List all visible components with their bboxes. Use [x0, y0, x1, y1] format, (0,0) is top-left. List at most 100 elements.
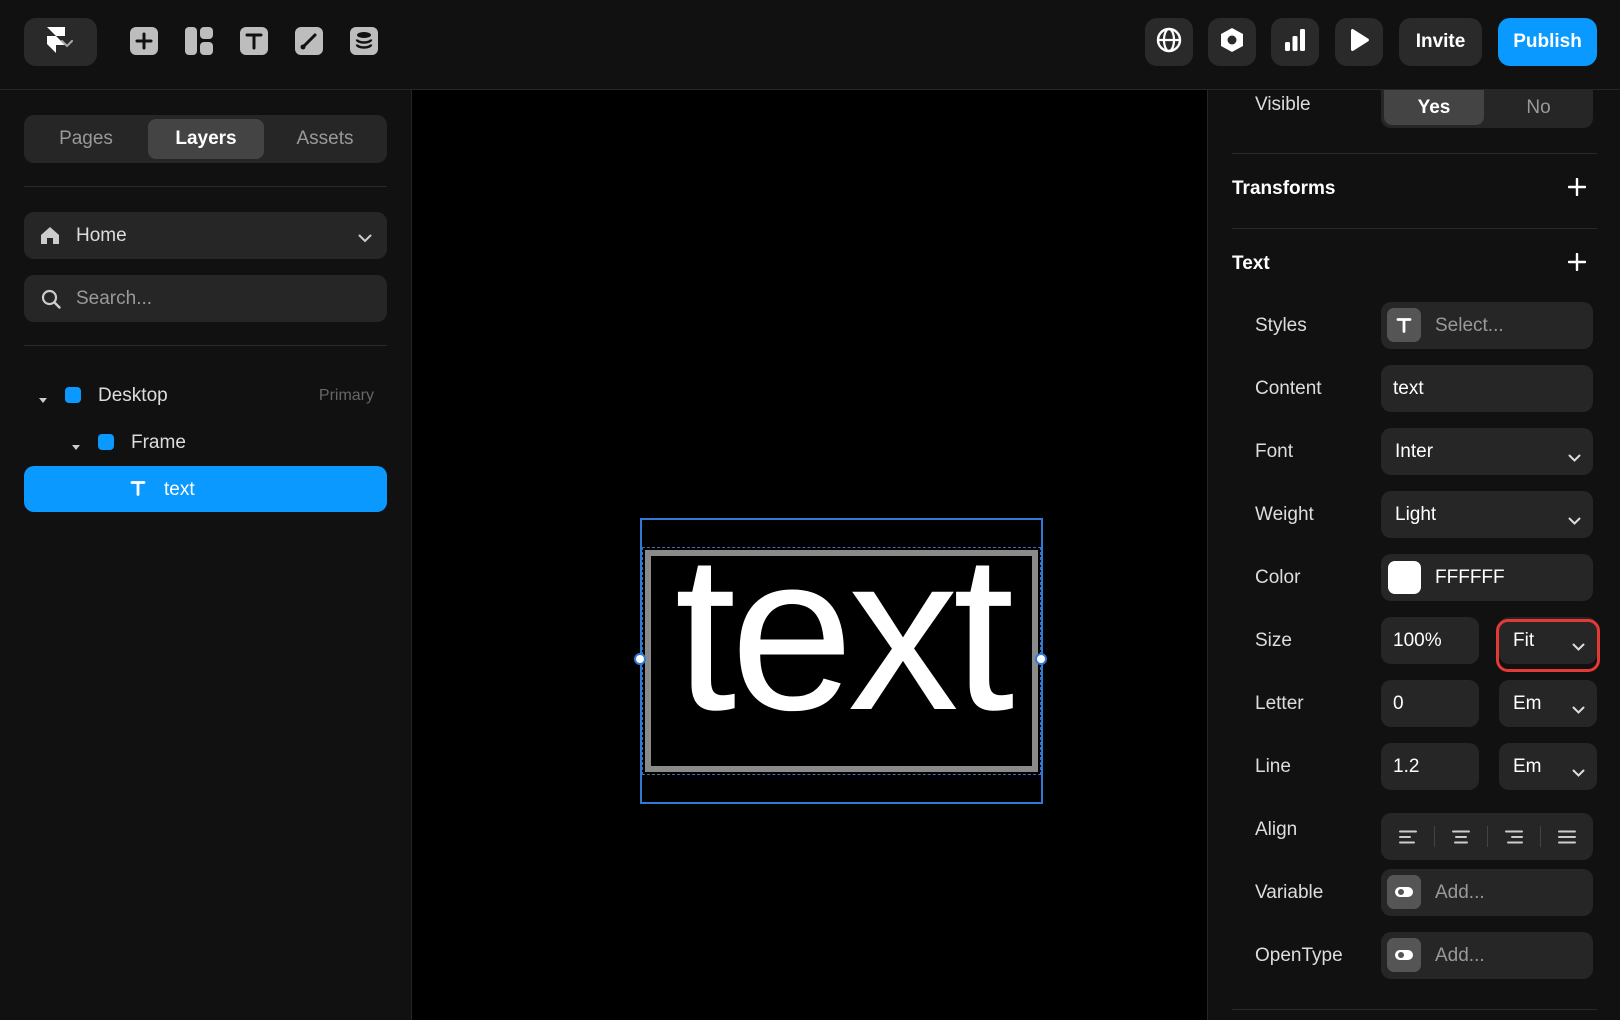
pen-icon: [294, 26, 324, 56]
align-justify-icon: [1557, 830, 1576, 843]
layer-name: Frame: [131, 432, 186, 453]
layer-name: text: [164, 479, 195, 500]
align-right-icon: [1504, 830, 1523, 843]
styles-label: Styles: [1255, 315, 1307, 336]
size-mode-value: Fit: [1513, 630, 1535, 651]
size-input[interactable]: [1393, 617, 1471, 664]
font-select[interactable]: Inter: [1381, 428, 1593, 475]
letter-label: Letter: [1255, 693, 1304, 714]
plus-icon: [129, 26, 159, 56]
letter-unit-value: Em: [1513, 693, 1542, 714]
color-value: FFFFFF: [1435, 567, 1505, 588]
font-label: Font: [1255, 441, 1294, 462]
caret-down-icon[interactable]: [71, 438, 81, 456]
line-height-input[interactable]: [1393, 743, 1471, 790]
divider: [24, 186, 387, 187]
align-left-icon: [1398, 830, 1417, 843]
analytics-button[interactable]: [1271, 18, 1319, 66]
pen-tool-button[interactable]: [292, 24, 326, 58]
chevron-down-icon: [1572, 698, 1585, 720]
styles-select[interactable]: Select...: [1381, 302, 1593, 349]
page-select[interactable]: Home: [24, 212, 387, 259]
visible-label: Visible: [1255, 94, 1311, 115]
line-label: Line: [1255, 756, 1291, 777]
align-justify-button[interactable]: [1540, 813, 1593, 860]
properties-panel: Visible Yes No Transforms Text Styles Se…: [1207, 90, 1620, 1020]
content-input[interactable]: [1393, 365, 1585, 412]
invite-button[interactable]: Invite: [1399, 18, 1482, 66]
weight-value: Light: [1395, 504, 1437, 525]
variable-field[interactable]: Add...: [1381, 869, 1593, 916]
project-settings-button[interactable]: [1208, 18, 1256, 66]
chevron-down-icon: [1572, 635, 1585, 657]
tab-pages[interactable]: Pages: [28, 119, 144, 159]
opentype-placeholder: Add...: [1435, 945, 1485, 966]
line-height-field[interactable]: [1381, 743, 1479, 790]
home-icon: [40, 226, 60, 250]
divider: [1232, 1009, 1597, 1010]
cms-button[interactable]: [347, 24, 381, 58]
analytics-icon: [1283, 28, 1307, 57]
weight-label: Weight: [1255, 504, 1314, 525]
opentype-field[interactable]: Add...: [1381, 932, 1593, 979]
database-icon: [349, 26, 379, 56]
visible-toggle: Yes No: [1381, 90, 1593, 128]
align-buttons: [1381, 813, 1593, 860]
letter-unit-select[interactable]: Em: [1499, 680, 1597, 727]
chevron-down-icon: [1572, 761, 1585, 783]
resize-handle-left[interactable]: [634, 653, 646, 665]
canvas[interactable]: text: [412, 90, 1207, 1020]
divider: [24, 345, 387, 346]
divider: [1232, 228, 1597, 229]
layout-button[interactable]: [182, 24, 216, 58]
text-tool-button[interactable]: [237, 24, 271, 58]
layer-item-text[interactable]: text: [24, 466, 387, 512]
layout-icon: [184, 26, 214, 56]
frame-icon: [65, 387, 81, 403]
site-settings-button[interactable]: [1145, 18, 1193, 66]
insert-button[interactable]: [127, 24, 161, 58]
app-menu-button[interactable]: [24, 18, 97, 66]
caret-down-icon[interactable]: [38, 391, 48, 409]
text-element-bounds[interactable]: text: [642, 522, 1041, 775]
content-field[interactable]: [1381, 365, 1593, 412]
line-unit-value: Em: [1513, 756, 1542, 777]
add-text-option-button[interactable]: [1567, 252, 1587, 276]
layer-item-desktop[interactable]: Desktop Primary: [24, 372, 387, 418]
chevron-down-icon: [1568, 446, 1581, 468]
align-center-button[interactable]: [1434, 813, 1487, 860]
weight-select[interactable]: Light: [1381, 491, 1593, 538]
tab-layers[interactable]: Layers: [148, 119, 264, 159]
align-right-button[interactable]: [1487, 813, 1540, 860]
globe-icon: [1156, 27, 1182, 58]
text-layer-icon: [130, 480, 146, 501]
add-transform-button[interactable]: [1567, 177, 1587, 201]
top-toolbar: Invite Publish: [0, 0, 1620, 90]
chevron-down-icon: [1568, 509, 1581, 531]
size-label: Size: [1255, 630, 1292, 651]
layer-item-frame[interactable]: Frame: [24, 419, 387, 465]
align-left-button[interactable]: [1381, 813, 1434, 860]
color-swatch[interactable]: [1388, 561, 1421, 594]
resize-handle-right[interactable]: [1035, 653, 1047, 665]
preview-button[interactable]: [1335, 18, 1383, 66]
letter-input[interactable]: [1393, 680, 1471, 727]
tab-assets[interactable]: Assets: [267, 119, 383, 159]
divider: [1232, 153, 1597, 154]
color-field[interactable]: FFFFFF: [1381, 554, 1593, 601]
publish-button[interactable]: Publish: [1498, 18, 1597, 66]
text-tool-icon: [239, 26, 269, 56]
letter-field[interactable]: [1381, 680, 1479, 727]
font-value: Inter: [1395, 441, 1434, 462]
size-mode-select[interactable]: Fit: [1499, 617, 1597, 664]
search-icon: [41, 289, 61, 314]
search-input[interactable]: [76, 275, 376, 322]
line-unit-select[interactable]: Em: [1499, 743, 1597, 790]
visible-no-button[interactable]: No: [1487, 90, 1590, 125]
size-field[interactable]: [1381, 617, 1479, 664]
content-label: Content: [1255, 378, 1322, 399]
frame-icon: [98, 434, 114, 450]
visible-yes-button[interactable]: Yes: [1384, 90, 1484, 125]
frame-selection[interactable]: text: [634, 518, 1047, 804]
canvas-text[interactable]: text: [645, 522, 1038, 744]
